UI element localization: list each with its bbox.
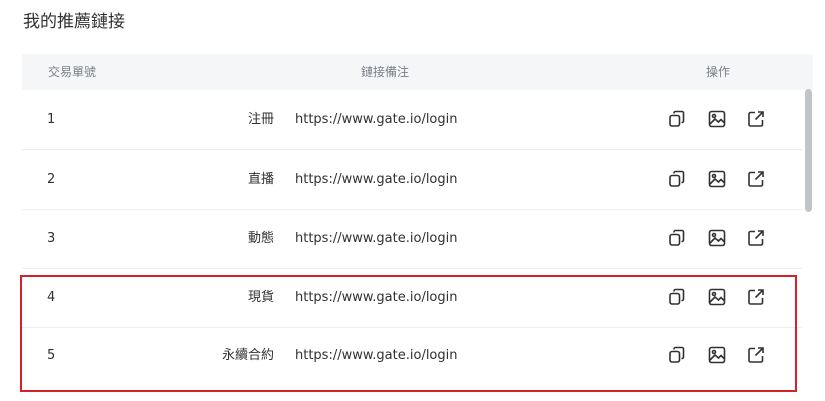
row-id: 4: [47, 290, 56, 305]
scrollbar-thumb[interactable]: [805, 89, 812, 212]
row-link: https://www.gate.io/login: [295, 172, 458, 187]
table-row: 5 永續合約 https://www.gate.io/login: [22, 326, 802, 385]
row-id: 2: [47, 172, 56, 187]
row-link: https://www.gate.io/login: [295, 231, 458, 246]
open-link-icon[interactable]: [746, 345, 766, 365]
open-link-icon[interactable]: [746, 109, 766, 129]
row-link: https://www.gate.io/login: [295, 348, 458, 363]
header-actions: 操作: [706, 65, 731, 79]
table-row: 3 動態 https://www.gate.io/login: [22, 209, 802, 269]
copy-icon[interactable]: [667, 109, 687, 129]
table-row: 4 現貨 https://www.gate.io/login: [22, 268, 802, 328]
row-id: 3: [47, 231, 56, 246]
row-label: 直播: [247, 172, 274, 187]
copy-icon[interactable]: [667, 169, 687, 189]
referral-links-table: 交易單號 鏈接備注 操作 1 注冊 https://www.gate.io/lo…: [22, 54, 813, 390]
copy-icon[interactable]: [667, 345, 687, 365]
table-row: 1 注冊 https://www.gate.io/login: [22, 90, 802, 150]
row-label: 動態: [247, 231, 274, 246]
copy-icon[interactable]: [667, 228, 687, 248]
open-link-icon[interactable]: [746, 228, 766, 248]
image-icon[interactable]: [707, 228, 727, 248]
row-id: 5: [47, 348, 56, 363]
header-order-id: 交易單號: [48, 65, 97, 79]
row-label: 現貨: [247, 290, 274, 305]
table-row: 2 直播 https://www.gate.io/login: [22, 150, 802, 210]
image-icon[interactable]: [707, 169, 727, 189]
row-link: https://www.gate.io/login: [295, 112, 458, 127]
page-title: 我的推薦鏈接: [23, 12, 125, 32]
image-icon[interactable]: [707, 287, 727, 307]
table-header: 交易單號 鏈接備注 操作: [22, 54, 813, 90]
header-link-note: 鏈接備注: [361, 65, 410, 79]
copy-icon[interactable]: [667, 287, 687, 307]
row-label: 永續合約: [221, 348, 274, 363]
open-link-icon[interactable]: [746, 287, 766, 307]
image-icon[interactable]: [707, 109, 727, 129]
row-label: 注冊: [247, 112, 274, 127]
row-id: 1: [47, 112, 56, 127]
open-link-icon[interactable]: [746, 169, 766, 189]
image-icon[interactable]: [707, 345, 727, 365]
row-link: https://www.gate.io/login: [295, 290, 458, 305]
